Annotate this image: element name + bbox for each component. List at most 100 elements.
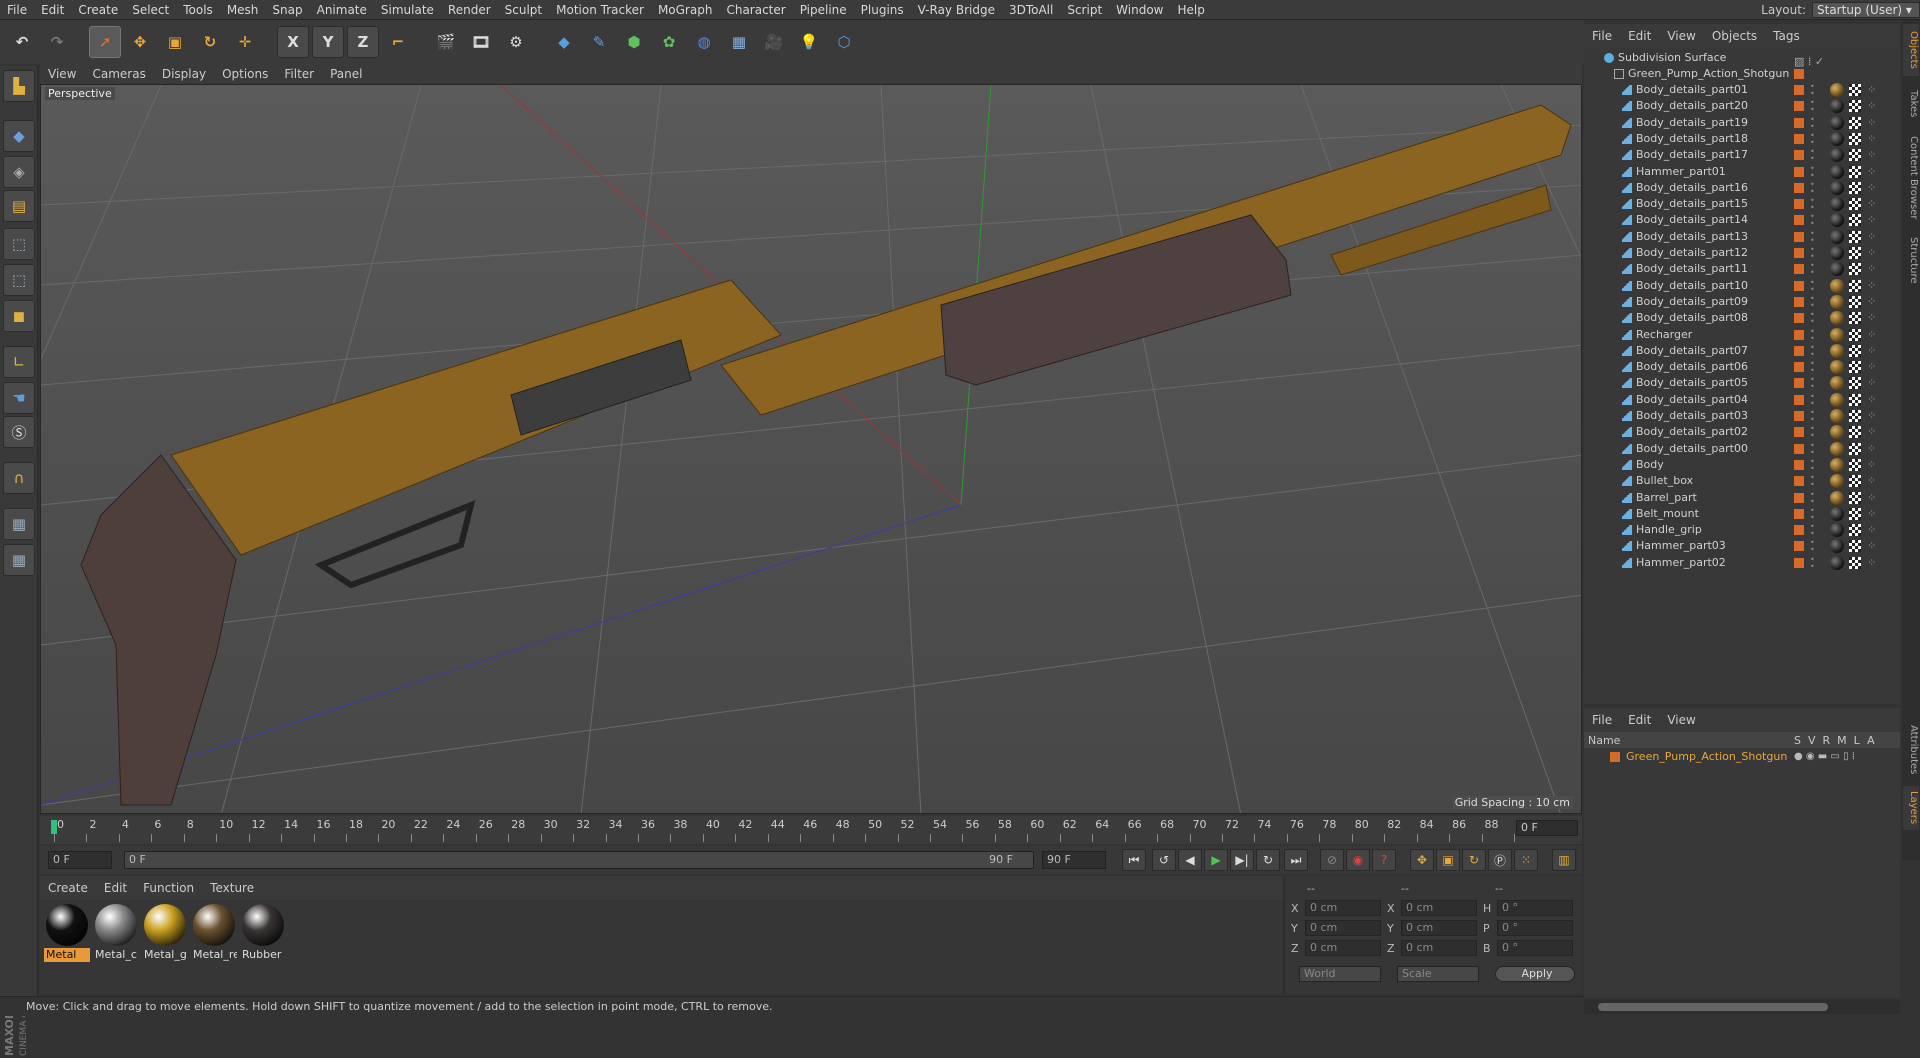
live-selection-icon[interactable]: ✛ bbox=[229, 26, 261, 58]
layer-color-icon[interactable] bbox=[1794, 166, 1804, 177]
material-menu-texture[interactable]: Texture bbox=[202, 881, 262, 895]
tab-layers[interactable]: Layers bbox=[1903, 786, 1919, 830]
layer-color-icon[interactable] bbox=[1794, 443, 1804, 454]
tab-structure[interactable]: Structure bbox=[1903, 232, 1919, 288]
uvw-tag-icon[interactable] bbox=[1849, 279, 1861, 292]
tab-content-browser[interactable]: Content Browser bbox=[1903, 130, 1919, 226]
layout-selector[interactable]: Layout: Startup (User) ▾ bbox=[1761, 0, 1920, 20]
redo-icon[interactable]: ↷ bbox=[41, 26, 73, 58]
texture-tag-icon[interactable]: ⁘ bbox=[1867, 556, 1883, 570]
material-tag-icon[interactable] bbox=[1830, 457, 1844, 472]
material-tag-icon[interactable] bbox=[1830, 539, 1844, 554]
texture-tag-icon[interactable]: ⁘ bbox=[1867, 213, 1883, 227]
material-tag-icon[interactable] bbox=[1830, 99, 1844, 114]
uvw-tag-icon[interactable] bbox=[1849, 410, 1861, 422]
texture-tag-icon[interactable]: ⁘ bbox=[1867, 474, 1883, 488]
menu-file[interactable]: File bbox=[0, 0, 34, 20]
move-tool-icon[interactable]: ✥ bbox=[124, 26, 156, 58]
uvw-tag-icon[interactable] bbox=[1849, 214, 1861, 227]
layer-color-icon[interactable] bbox=[1794, 525, 1804, 536]
coord-field[interactable]: 0 cm bbox=[1305, 900, 1381, 916]
menu-mograph[interactable]: MoGraph bbox=[651, 0, 720, 20]
layer-color-icon[interactable] bbox=[1794, 85, 1804, 95]
viewport-menu-panel[interactable]: Panel bbox=[322, 67, 370, 81]
layer-color-icon[interactable] bbox=[1794, 378, 1804, 389]
playhead-icon[interactable] bbox=[51, 820, 57, 834]
texture-tag-icon[interactable]: ⁘ bbox=[1867, 507, 1883, 521]
layer-color-icon[interactable] bbox=[1794, 557, 1804, 568]
material-swatch[interactable]: Metal_c bbox=[93, 902, 139, 961]
start-frame-field[interactable]: 0 F bbox=[48, 851, 112, 869]
menu-animate[interactable]: Animate bbox=[310, 0, 374, 20]
menu-help[interactable]: Help bbox=[1170, 0, 1211, 20]
visibility-dots-icon[interactable]: • • bbox=[1810, 311, 1816, 326]
layer-color-icon[interactable] bbox=[1794, 329, 1804, 340]
model-mode-icon[interactable]: ◆ bbox=[3, 120, 35, 152]
texture-tag-icon[interactable]: ⁘ bbox=[1867, 393, 1883, 407]
layer-color-icon[interactable] bbox=[1794, 427, 1804, 438]
render-picture-viewer-icon[interactable]: 🎞 bbox=[465, 26, 497, 58]
uvw-tag-icon[interactable] bbox=[1849, 556, 1861, 569]
visibility-dots-icon[interactable]: • • bbox=[1810, 262, 1816, 277]
material-tag-icon[interactable] bbox=[1830, 115, 1844, 130]
pen-spline-icon[interactable]: ✎ bbox=[583, 26, 615, 58]
lock-workplane-icon[interactable]: ▦ bbox=[3, 508, 35, 540]
texture-tag-icon[interactable]: ⁘ bbox=[1867, 116, 1883, 130]
key-scale-icon[interactable]: ▣ bbox=[1436, 849, 1460, 871]
magnet-icon[interactable]: ∩ bbox=[3, 462, 35, 494]
uvw-tag-icon[interactable] bbox=[1849, 491, 1861, 504]
viewport-menu-display[interactable]: Display bbox=[154, 67, 214, 81]
material-tag-icon[interactable] bbox=[1830, 555, 1844, 570]
layer-color-icon[interactable] bbox=[1794, 362, 1804, 373]
motion-record-icon[interactable]: ⊘ bbox=[1320, 849, 1344, 871]
visibility-dots-icon[interactable]: • • bbox=[1810, 148, 1816, 163]
coord-field[interactable]: 0 cm bbox=[1305, 920, 1381, 936]
layer-color-icon[interactable] bbox=[1610, 752, 1620, 762]
mograph-cloner-icon[interactable]: ✿ bbox=[653, 26, 685, 58]
visibility-dots-icon[interactable]: • • bbox=[1810, 180, 1816, 195]
material-tag-icon[interactable] bbox=[1830, 376, 1844, 391]
texture-tag-icon[interactable]: ⁘ bbox=[1867, 425, 1883, 439]
material-tag-icon[interactable] bbox=[1830, 474, 1844, 489]
texture-tag-icon[interactable]: ⁘ bbox=[1867, 197, 1883, 211]
material-tag-icon[interactable] bbox=[1830, 229, 1844, 244]
uvw-tag-icon[interactable] bbox=[1849, 295, 1861, 308]
current-frame-field[interactable]: 0 F bbox=[1516, 820, 1578, 836]
texture-tag-icon[interactable]: ⁘ bbox=[1867, 165, 1883, 179]
uvw-tag-icon[interactable] bbox=[1849, 377, 1861, 390]
material-swatch[interactable]: Metal bbox=[44, 902, 90, 962]
uvw-tag-icon[interactable] bbox=[1849, 116, 1861, 129]
uvw-tag-icon[interactable] bbox=[1849, 100, 1861, 113]
uvw-tag-icon[interactable] bbox=[1849, 458, 1861, 471]
material-tag-icon[interactable] bbox=[1830, 409, 1844, 423]
uvw-tag-icon[interactable] bbox=[1849, 507, 1861, 520]
material-menu-create[interactable]: Create bbox=[40, 881, 96, 895]
material-swatch[interactable]: Metal_re bbox=[191, 902, 237, 961]
coord-field[interactable]: 0 cm bbox=[1401, 900, 1477, 916]
key-pla-icon[interactable]: ⁙ bbox=[1514, 849, 1538, 871]
viewport-menu-filter[interactable]: Filter bbox=[276, 67, 322, 81]
menu-3dtoall[interactable]: 3DToAll bbox=[1002, 0, 1060, 20]
material-tag-icon[interactable] bbox=[1830, 131, 1844, 146]
texture-tag-icon[interactable]: ⁘ bbox=[1867, 246, 1883, 260]
apply-button[interactable]: Apply bbox=[1495, 966, 1575, 982]
layer-color-icon[interactable] bbox=[1794, 476, 1804, 487]
uvw-tag-icon[interactable] bbox=[1849, 312, 1861, 325]
visibility-dots-icon[interactable]: • • bbox=[1810, 213, 1816, 228]
visibility-dots-icon[interactable]: • • bbox=[1810, 409, 1816, 424]
axis-z-button[interactable]: Z bbox=[347, 26, 379, 58]
menu-v-ray-bridge[interactable]: V-Ray Bridge bbox=[911, 0, 1002, 20]
material-tag-icon[interactable] bbox=[1830, 523, 1844, 538]
menu-sculpt[interactable]: Sculpt bbox=[498, 0, 549, 20]
frame-range-slider[interactable]: 0 F 90 F bbox=[124, 851, 1034, 869]
visibility-dots-icon[interactable]: • • bbox=[1810, 360, 1816, 375]
menu-mesh[interactable]: Mesh bbox=[220, 0, 266, 20]
axis-mode-icon[interactable]: ∟ bbox=[3, 346, 35, 378]
menu-simulate[interactable]: Simulate bbox=[374, 0, 441, 20]
material-menu-edit[interactable]: Edit bbox=[96, 881, 135, 895]
material-tag-icon[interactable] bbox=[1830, 392, 1844, 407]
object-menu-tags[interactable]: Tags bbox=[1765, 29, 1808, 43]
visibility-dots-icon[interactable]: • • bbox=[1810, 327, 1816, 342]
subdivision-icon[interactable]: ⬢ bbox=[618, 26, 650, 58]
viewport-menu-cameras[interactable]: Cameras bbox=[84, 67, 153, 81]
